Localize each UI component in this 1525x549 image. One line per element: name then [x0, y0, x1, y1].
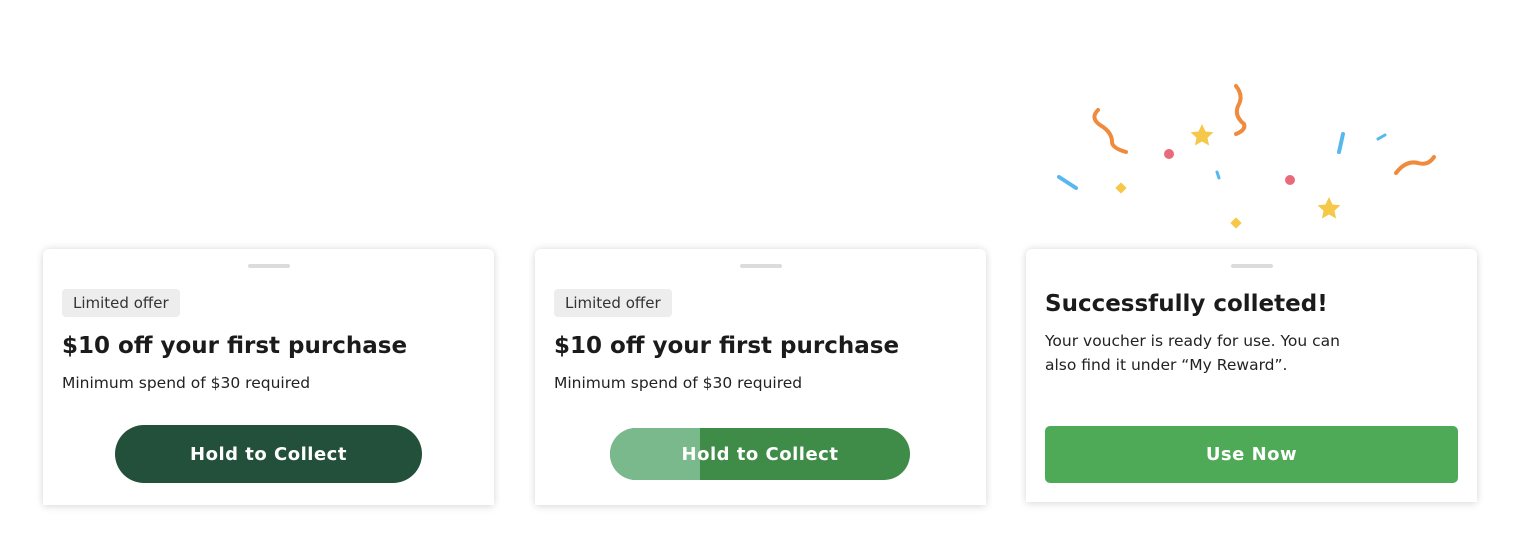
confetti-decoration — [1057, 84, 1436, 229]
limited-offer-badge: Limited offer — [554, 289, 672, 317]
sheet-grabber[interactable] — [247, 264, 290, 268]
confetti-streamer — [1394, 155, 1436, 175]
confetti-dash — [1057, 175, 1078, 190]
limited-offer-badge: Limited offer — [62, 289, 180, 317]
voucher-card-success: Successfully colleted! Your voucher is r… — [1026, 249, 1477, 502]
use-now-button[interactable]: Use Now — [1045, 426, 1458, 483]
hold-to-collect-button-progress[interactable]: Hold to Collect — [610, 428, 910, 480]
offer-title: $10 off your first purchase — [62, 333, 408, 359]
offer-subtitle: Minimum spend of $30 required — [554, 374, 803, 392]
confetti-streamer — [1234, 84, 1247, 136]
confetti-dash — [1376, 133, 1387, 141]
hold-to-collect-button[interactable]: Hold to Collect — [115, 425, 422, 483]
sheet-grabber[interactable] — [739, 264, 782, 268]
confetti-streamer — [1092, 108, 1128, 154]
success-message: Your voucher is ready for use. You can a… — [1045, 332, 1341, 374]
confetti-dash — [1215, 170, 1221, 180]
confetti-star — [1317, 197, 1341, 219]
voucher-card-holding: Limited offer $10 off your first purchas… — [535, 249, 986, 505]
voucher-card-idle: Limited offer $10 off your first purchas… — [43, 249, 494, 505]
offer-title: $10 off your first purchase — [554, 333, 900, 359]
offer-subtitle: Minimum spend of $30 required — [62, 374, 311, 392]
confetti-dot — [1164, 149, 1174, 159]
confetti-star — [1190, 124, 1214, 146]
success-title: Successfully colleted! — [1045, 291, 1328, 317]
confetti-diamond — [1230, 217, 1242, 229]
confetti-diamond — [1115, 182, 1127, 194]
confetti-dash — [1337, 132, 1345, 154]
hold-button-label: Hold to Collect — [681, 443, 839, 465]
confetti-dot — [1285, 175, 1295, 185]
sheet-grabber[interactable] — [1230, 264, 1273, 268]
